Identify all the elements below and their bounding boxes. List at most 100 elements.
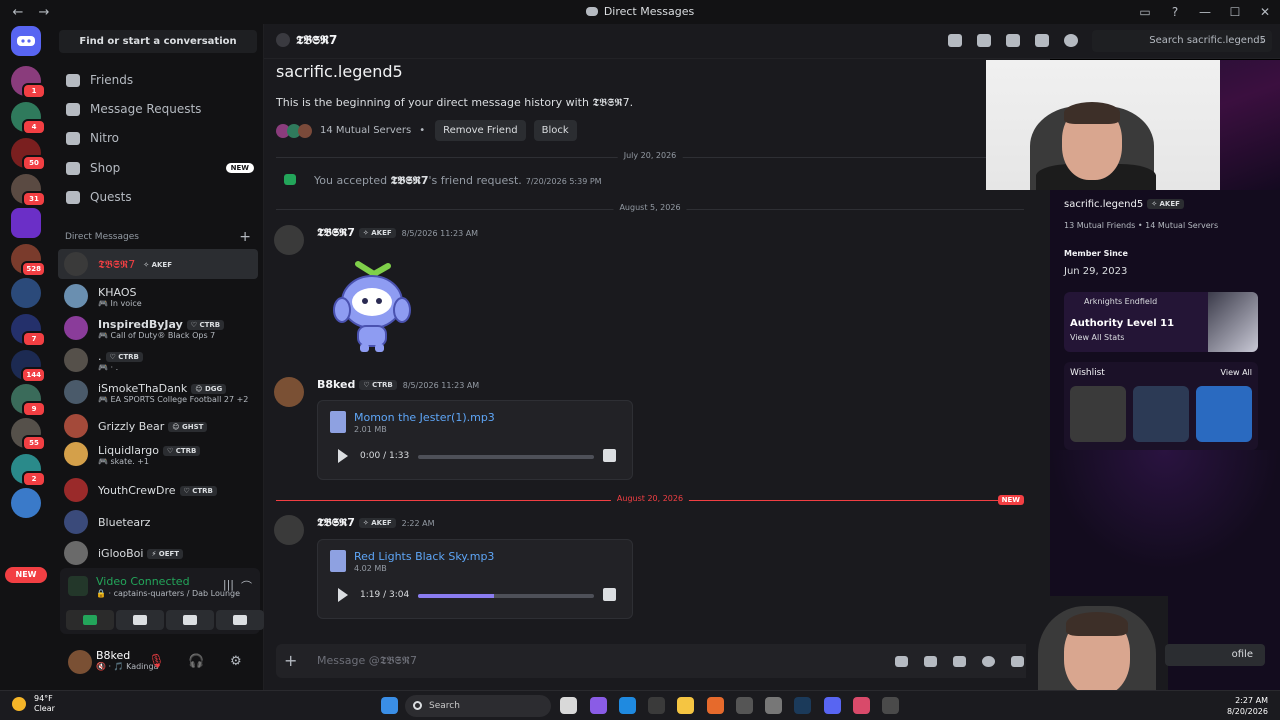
apps-icon[interactable] xyxy=(1011,656,1024,667)
mute-icon[interactable]: 🎙 xyxy=(148,654,165,669)
audio-progress-bar[interactable] xyxy=(418,594,594,598)
avatar[interactable] xyxy=(274,225,304,255)
server-icon[interactable] xyxy=(11,208,41,238)
dm-item[interactable]: Liquidlargo ♡ CTRB 🎮 skate. +1 xyxy=(58,439,258,469)
mutual-servers-link[interactable]: 14 Mutual Servers xyxy=(320,125,411,136)
server-icon[interactable] xyxy=(11,488,41,518)
voice-status[interactable]: Video Connected xyxy=(96,575,190,588)
author-name[interactable]: 𝕿𝕭𝕾𝕽7 xyxy=(317,516,355,529)
avatar[interactable] xyxy=(274,515,304,545)
server-icon[interactable]: 55 xyxy=(11,418,46,451)
help-icon[interactable]: ? xyxy=(1160,5,1190,19)
dm-item[interactable]: iSmokeThaDank ☺ DGG 🎮 EA SPORTS College Fo… xyxy=(58,377,258,407)
dm-item[interactable]: iGlooBoi ⚡ OEFT xyxy=(58,538,258,568)
nav-nitro[interactable]: Nitro xyxy=(58,125,258,151)
edge-icon[interactable] xyxy=(619,697,636,714)
soundboard-button[interactable] xyxy=(216,610,264,630)
new-unreads-pill[interactable]: NEW xyxy=(5,567,47,583)
settings-gear-icon[interactable]: ⚙ xyxy=(230,654,242,669)
settings-icon[interactable] xyxy=(765,697,782,714)
dm-item[interactable]: Grizzly Bear ☺ GHST xyxy=(58,411,258,441)
search-input[interactable]: Search sacrific.legend5 ⌕ xyxy=(1092,30,1272,52)
gif-icon[interactable] xyxy=(924,656,937,667)
file-name-link[interactable]: Momon the Jester(1).mp3 xyxy=(354,411,495,424)
nav-message-requests[interactable]: Message Requests xyxy=(58,96,258,122)
app-icon[interactable] xyxy=(648,697,665,714)
copilot-icon[interactable] xyxy=(590,697,607,714)
voice-channel-link[interactable]: 🔒 · captains-quarters / Dab Lounge xyxy=(96,589,240,598)
screenshare-button[interactable] xyxy=(116,610,164,630)
weather-widget[interactable]: 94°F Clear xyxy=(12,694,55,714)
nav-friends[interactable]: Friends xyxy=(58,67,258,93)
app-icon[interactable] xyxy=(882,697,899,714)
game-card[interactable]: Arknights Endfield Authority Level 11 Vi… xyxy=(1064,292,1258,352)
home-button[interactable] xyxy=(11,26,41,56)
message-composer[interactable]: + Message @𝕿𝕭𝕾𝕽7 xyxy=(276,644,1036,678)
maximize-button[interactable]: ☐ xyxy=(1220,5,1250,19)
server-icon[interactable]: 50 xyxy=(11,138,46,171)
play-icon[interactable] xyxy=(338,449,348,463)
find-conversation-button[interactable]: Find or start a conversation xyxy=(59,30,257,53)
nav-quests[interactable]: Quests xyxy=(58,184,258,210)
task-view-icon[interactable] xyxy=(560,697,577,714)
audio-progress-bar[interactable] xyxy=(418,455,594,459)
app-icon[interactable] xyxy=(853,697,870,714)
server-icon[interactable]: 4 xyxy=(11,102,46,135)
discord-taskbar-icon[interactable] xyxy=(824,697,841,714)
disconnect-icon[interactable]: ⌒ xyxy=(241,578,252,594)
dm-item[interactable]: . ♡ CTRB 🎮 · . xyxy=(58,345,258,375)
steam-icon[interactable] xyxy=(794,697,811,714)
gift-icon[interactable] xyxy=(895,656,908,667)
voice-call-icon[interactable] xyxy=(948,34,962,47)
mutuals-link[interactable]: 13 Mutual Friends • 14 Mutual Servers xyxy=(1064,221,1218,230)
camera-button[interactable] xyxy=(66,610,114,630)
user-profile-icon[interactable] xyxy=(1064,34,1078,47)
dm-item[interactable]: KHAOS 🎮 In voice xyxy=(58,281,258,311)
headphones-icon[interactable]: 🎧 xyxy=(188,654,204,669)
dm-item[interactable]: InspiredByJay ♡ CTRB 🎮 Call of Duty® Black… xyxy=(58,313,258,343)
nav-shop[interactable]: Shop NEW xyxy=(58,155,258,181)
activities-button[interactable] xyxy=(166,610,214,630)
view-all-stats-link[interactable]: View All Stats xyxy=(1070,333,1124,342)
server-icon[interactable]: 2 xyxy=(11,454,46,487)
create-dm-button[interactable]: + xyxy=(239,229,251,245)
inbox-icon[interactable]: ▭ xyxy=(1130,5,1160,19)
server-icon[interactable]: 7 xyxy=(11,314,46,347)
avatar[interactable] xyxy=(274,377,304,407)
wishlist-item[interactable] xyxy=(1196,386,1252,442)
play-icon[interactable] xyxy=(338,588,348,602)
block-button[interactable]: Block xyxy=(533,120,577,141)
taskbar-search[interactable]: Search xyxy=(405,695,551,717)
noise-suppression-icon[interactable]: ||| xyxy=(223,578,234,591)
dm-item[interactable]: 𝕿𝕭𝕾𝕽7 ✧ AKEF xyxy=(58,249,258,279)
message-input[interactable]: Message @𝕿𝕭𝕾𝕽7 xyxy=(317,654,417,668)
forward-arrow-icon[interactable]: → xyxy=(36,5,52,20)
wishlist-item[interactable] xyxy=(1070,386,1126,442)
back-arrow-icon[interactable]: ← xyxy=(10,5,26,20)
wishlist-item[interactable] xyxy=(1133,386,1189,442)
dm-item[interactable]: Bluetearz xyxy=(58,507,258,537)
minimize-button[interactable]: — xyxy=(1190,5,1220,19)
avatar[interactable] xyxy=(68,650,92,674)
server-icon[interactable]: 528 xyxy=(11,244,46,277)
server-icon[interactable]: 31 xyxy=(11,174,46,207)
emoji-icon[interactable] xyxy=(982,656,995,667)
pin-icon[interactable] xyxy=(1006,34,1020,47)
dm-item[interactable]: YouthCrewDre ♡ CTRB xyxy=(58,475,258,505)
server-icon[interactable]: 144 xyxy=(11,350,46,383)
server-icon[interactable]: 9 xyxy=(11,384,46,417)
volume-icon[interactable] xyxy=(603,588,616,601)
user-name[interactable]: B8ked xyxy=(96,649,130,662)
taskbar-clock[interactable]: 2:27 AM 8/20/2026 xyxy=(1227,695,1268,717)
video-call-icon[interactable] xyxy=(977,34,991,47)
sticker-icon[interactable] xyxy=(953,656,966,667)
server-icon[interactable]: 1 xyxy=(11,66,46,99)
remove-friend-button[interactable]: Remove Friend xyxy=(435,120,526,141)
add-friends-icon[interactable] xyxy=(1035,34,1049,47)
close-button[interactable]: ✕ xyxy=(1250,5,1280,19)
author-name[interactable]: 𝕿𝕭𝕾𝕽7 xyxy=(317,226,355,239)
file-name-link[interactable]: Red Lights Black Sky.mp3 xyxy=(354,550,494,563)
server-icon[interactable] xyxy=(11,278,41,308)
firefox-icon[interactable] xyxy=(707,697,724,714)
app-icon[interactable] xyxy=(736,697,753,714)
